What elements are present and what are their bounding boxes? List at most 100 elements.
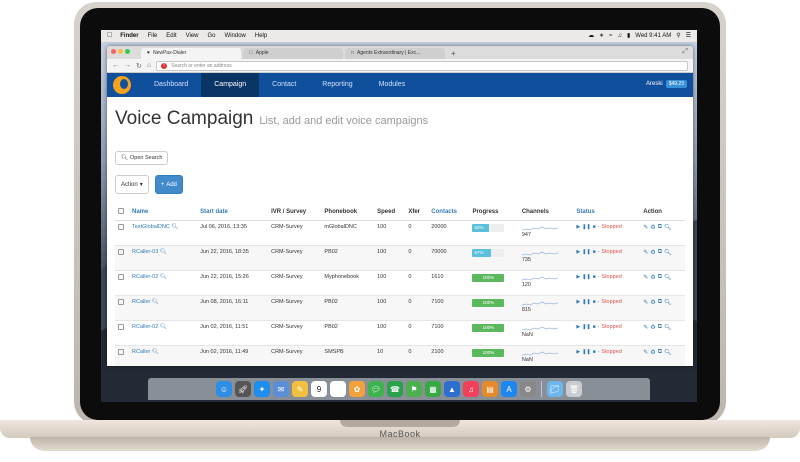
numbers-icon[interactable]: ▦ (425, 381, 441, 397)
search-icon[interactable]: 🔍︎ (160, 274, 167, 280)
delete-icon[interactable]: ♻ (650, 324, 655, 331)
home-icon[interactable]: ⌂ (147, 62, 151, 69)
appstore-icon[interactable]: A (501, 381, 517, 397)
view-icon[interactable]: 🔍︎ (664, 249, 672, 256)
pause-icon[interactable]: ❚❚ (582, 349, 590, 355)
campaign-name-link[interactable]: TestGlobalDNC (132, 224, 170, 230)
menu-window[interactable]: Window (225, 30, 246, 42)
search-icon[interactable]: 🔍︎ (160, 249, 167, 255)
col-name[interactable]: Name (129, 204, 198, 221)
launchpad-icon[interactable]: 🚀︎ (235, 381, 251, 397)
facetime-icon[interactable]: ☎ (387, 381, 403, 397)
maximize-window-icon[interactable] (125, 49, 130, 54)
search-icon[interactable]: 🔍︎ (152, 349, 159, 355)
stop-icon[interactable]: ■ (593, 224, 596, 230)
keynote-icon[interactable]: ▲ (444, 381, 460, 397)
cloud-icon[interactable]: ☁ (588, 30, 594, 42)
close-window-icon[interactable] (111, 49, 116, 54)
add-campaign-button[interactable]: + Add (154, 175, 183, 194)
view-icon[interactable]: 🔍︎ (664, 274, 672, 281)
col-status[interactable]: Status (573, 204, 641, 221)
play-icon[interactable]: ▶ (576, 349, 580, 355)
music-icon[interactable]: ♫ (463, 381, 479, 397)
action-dropdown-button[interactable]: Action ▾ (115, 175, 149, 194)
browser-tab-agents[interactable]: □ Agents Extraordinary | Exc... (345, 48, 445, 59)
browser-tab-newpax[interactable]: ♥ NewPax-Dialer (141, 48, 241, 59)
photos-icon[interactable]: ✿ (349, 381, 365, 397)
delete-icon[interactable]: ♻ (650, 224, 655, 231)
finder-icon[interactable]: ☺ (216, 381, 232, 397)
notification-center-icon[interactable]: ☰ (686, 30, 691, 42)
pause-icon[interactable]: ❚❚ (582, 274, 590, 280)
menu-help[interactable]: Help (255, 30, 267, 42)
play-icon[interactable]: ▶ (576, 324, 580, 330)
campaign-name-link[interactable]: RCaller-02 (132, 324, 158, 330)
menu-file[interactable]: File (148, 30, 158, 42)
nav-campaign[interactable]: Campaign (201, 73, 260, 97)
play-icon[interactable]: ▶ (576, 249, 580, 255)
calendar-icon[interactable]: 9 (311, 381, 327, 397)
duplicate-icon[interactable]: ⧉ (658, 249, 662, 256)
menu-finder[interactable]: Finder (120, 30, 138, 42)
view-icon[interactable]: 🔍︎ (664, 299, 672, 306)
battery-icon[interactable]: ▮ (627, 30, 630, 42)
duplicate-icon[interactable]: ⧉ (658, 299, 662, 306)
campaign-name-link[interactable]: RCaller-03 (132, 249, 158, 255)
nav-contact[interactable]: Contact (259, 73, 309, 97)
col-start-date[interactable]: Start date (197, 204, 269, 221)
stop-icon[interactable]: ■ (593, 299, 596, 305)
apple-icon[interactable]:  (107, 30, 112, 42)
delete-icon[interactable]: ♻ (650, 299, 655, 306)
browser-tab-apple[interactable]:  Apple (243, 48, 343, 59)
books-icon[interactable]: ▤ (482, 381, 498, 397)
view-icon[interactable]: 🔍︎ (664, 224, 672, 231)
play-icon[interactable]: ▶ (576, 299, 580, 305)
stop-icon[interactable]: ■ (593, 274, 596, 280)
edit-icon[interactable]: ✎ (643, 224, 648, 231)
search-icon[interactable]: 🔍︎ (160, 324, 167, 330)
menu-view[interactable]: View (186, 30, 199, 42)
settings-icon[interactable]: ⚙ (520, 381, 536, 397)
pause-icon[interactable]: ❚❚ (582, 224, 590, 230)
volume-icon[interactable]: ♫ (617, 30, 622, 42)
bluetooth-icon[interactable]: ∗ (599, 30, 604, 42)
play-icon[interactable]: ▶ (576, 224, 580, 230)
campaign-name-link[interactable]: RCaller (132, 299, 150, 305)
user-menu[interactable]: Areski $49.23 (646, 80, 687, 88)
row-checkbox[interactable] (118, 274, 124, 280)
edit-icon[interactable]: ✎ (643, 349, 648, 356)
row-checkbox[interactable] (118, 224, 124, 230)
menu-edit[interactable]: Edit (166, 30, 176, 42)
pause-icon[interactable]: ❚❚ (582, 249, 590, 255)
delete-icon[interactable]: ♻ (650, 349, 655, 356)
campaign-name-link[interactable]: RCaller-02 (132, 274, 158, 280)
row-checkbox[interactable] (118, 249, 124, 255)
view-icon[interactable]: 🔍︎ (664, 324, 672, 331)
row-checkbox[interactable] (118, 324, 124, 330)
edit-icon[interactable]: ✎ (643, 274, 648, 281)
fullscreen-icon[interactable]: ⤢ (682, 48, 688, 56)
col-contacts[interactable]: Contacts (428, 204, 470, 221)
stop-icon[interactable]: ■ (593, 249, 596, 255)
campaign-name-link[interactable]: RCaller (132, 349, 150, 355)
folder-icon[interactable]: 📁︎ (547, 381, 563, 397)
menubar-clock[interactable]: Wed 9:41 AM (635, 30, 671, 42)
pause-icon[interactable]: ❚❚ (582, 299, 590, 305)
spotlight-icon[interactable]: ⚲ (676, 30, 680, 42)
nav-modules[interactable]: Modules (366, 73, 418, 97)
trash-icon[interactable]: 🗑︎ (566, 381, 582, 397)
row-checkbox[interactable] (118, 349, 124, 355)
stop-icon[interactable]: ■ (593, 349, 596, 355)
security-warning-icon[interactable]: ! (161, 62, 168, 69)
reload-icon[interactable]: ↻ (136, 62, 142, 70)
reminders-icon[interactable]: ☰ (330, 381, 346, 397)
play-icon[interactable]: ▶ (576, 274, 580, 280)
pause-icon[interactable]: ❚❚ (582, 324, 590, 330)
view-icon[interactable]: 🔍︎ (664, 349, 672, 356)
delete-icon[interactable]: ♻ (650, 274, 655, 281)
address-bar[interactable]: ! Search or enter an address (156, 60, 688, 71)
wifi-icon[interactable]: ≈ (609, 30, 612, 42)
back-icon[interactable]: ← (112, 62, 119, 69)
search-icon[interactable]: 🔍︎ (152, 299, 159, 305)
stop-icon[interactable]: ■ (593, 324, 596, 330)
